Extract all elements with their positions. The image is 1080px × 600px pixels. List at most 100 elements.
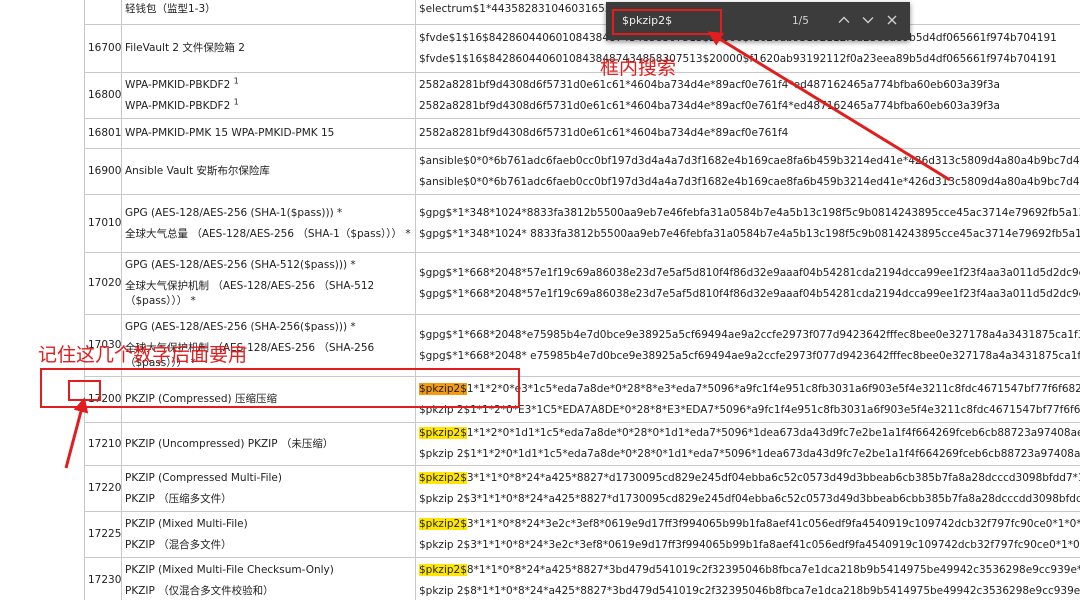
table-row: 17225 PKZIP (Mixed Multi-File) PKZIP （混合多文… [84,511,1080,558]
hash-name-line: PKZIP (Uncompressed) PKZIP （未压缩） [125,434,412,455]
hash-example-line: $ansible$0*0*6b761adc6faeb0cc0bf197d3d4a… [419,154,1080,167]
hash-example-line: $pkzip 2$1*1*2*0*1d1*1c5*eda7a8de*0*28*0… [419,444,1080,465]
hash-name-text: PKZIP （混合多文件） [125,538,232,551]
hash-name-cell: PKZIP (Mixed Multi-File) PKZIP （混合多文件） [121,511,416,558]
hash-example-line: $pkzip2$1*1*2*0*1d1*1c5*eda7a8de*0*28*0*… [419,424,1080,445]
search-match-highlight: $pkzip2$ [419,471,467,484]
hash-mode-number: 16800 [84,72,122,119]
mode-number-highlight-box [68,380,101,401]
hash-name-line: GPG (AES-128/AES-256 (SHA-1($pass))) * [125,203,412,224]
hash-name-text: PKZIP (Mixed Multi-File Checksum-Only) [125,563,334,576]
hash-mode-number [84,0,122,25]
page: 轻钱包（监型1-3） $electrum$1*443582831046031653… [0,0,1080,600]
hash-example-line: $gpg$*1*348*1024*8833fa3812b5500aa9eb7e4… [419,206,1080,219]
hash-name-line: PKZIP （混合多文件） [125,535,412,556]
find-previous-button[interactable] [834,10,854,30]
hash-name-line: PKZIP (Mixed Multi-File Checksum-Only) [125,560,412,581]
hash-example-cell: $pkzip2$3*1*1*0*8*24*3e2c*3ef8*0619e9d17… [415,511,1080,558]
hash-example-line: 2582a8281bf9d4308d6f5731d0e61c61*4604ba7… [419,127,789,139]
hash-example-line: $gpg$*1*668*2048*57e1f19c69a86038e23d7e5… [419,287,1080,300]
hash-name-line: Ansible Vault 安斯布尔保险库 [125,161,412,182]
hash-name-cell: PKZIP (Compressed Multi-File) PKZIP （压缩多文… [121,465,416,512]
hash-example-cell: 2582a8281bf9d4308d6f5731d0e61c61*4604ba7… [415,72,1080,119]
search-match-highlight: $pkzip2$ [419,563,467,576]
hash-name-text: PKZIP (Compressed Multi-File) [125,471,282,484]
hash-mode-number: 17230 [84,557,122,600]
hash-example-line: 2582a8281bf9d4308d6f5731d0e61c61*4604ba7… [419,78,1000,91]
hash-name-line: WPA-PMKID-PBKDF2 1 [125,75,412,96]
hash-example-cell: $ansible$0*0*6b761adc6faeb0cc0bf197d3d4a… [415,148,1080,195]
close-icon [887,15,897,25]
hash-example-cell: $pkzip2$3*1*1*0*8*24*a425*8827*d1730095c… [415,465,1080,512]
hash-mode-table: 轻钱包（监型1-3） $electrum$1*443582831046031653… [84,0,1080,600]
hash-example-text: $pkzip 2$3*1*1*0*8*24*3e2c*3ef8*0619e9d1… [419,538,1080,551]
hash-name-line: 全球大气保护机制 （AES-128/AES-256 （SHA-512（$pass… [125,276,412,312]
hash-name-text: 全球大气总量 （AES-128/AES-256 （SHA-1（$pass））） … [125,227,411,240]
hash-mode-number: 16900 [84,148,122,195]
footnote-marker: 1 [233,97,239,106]
search-annotation-label: 框内搜索 [600,57,677,79]
hash-example-text: 1*1*2*0*1d1*1c5*eda7a8de*0*28*0*1d1*eda7… [466,427,1080,439]
hash-example-text: $pkzip 2$8*1*1*0*8*24*a425*8827*3bd479d5… [419,584,1080,597]
hash-name-cell: 轻钱包（监型1-3） [121,0,416,25]
hash-example-text: $pkzip 2$3*1*1*0*8*24*a425*8827*d1730095… [419,492,1080,505]
mode-row-highlight-box [40,368,520,408]
search-match-highlight: $pkzip2$ [419,427,467,439]
hash-example-line: $gpg$*1*668*2048*e75985b4e7d0bce9e38925a… [419,328,1080,341]
hash-name-text: GPG (AES-128/AES-256 (SHA-512($pass))) * [125,259,356,271]
find-next-button[interactable] [858,10,878,30]
table-row: 17020 GPG (AES-128/AES-256 (SHA-512($pass… [84,252,1080,315]
hash-mode-number: 16700 [84,24,122,73]
hash-name-text: PKZIP (Mixed Multi-File) [125,517,248,530]
hash-example-line: $fvde$1$16$84286044060108438487434858307… [419,52,1057,65]
hash-example-text: 3*1*1*0*8*24*a425*8827*d1730095cd829e245… [466,471,1080,484]
table-row: 17220 PKZIP (Compressed Multi-File) PKZIP … [84,465,1080,512]
hash-example-text: $pkzip 2$1*1*2*0*1d1*1c5*eda7a8de*0*28*0… [419,448,1080,460]
hash-name-line: PKZIP （仅混合多文件校验和） [125,581,412,600]
table-row: 17210 PKZIP (Uncompressed) PKZIP （未压缩） $pk… [84,422,1080,466]
hash-name-text: GPG (AES-128/AES-256 (SHA-256($pass))) * [125,321,356,333]
hash-example-cell: $pkzip2$1*1*2*0*1d1*1c5*eda7a8de*0*28*0*… [415,422,1080,466]
hash-name-text: Ansible Vault 安斯布尔保险库 [125,165,270,177]
hash-mode-number: 17225 [84,511,122,558]
hash-name-cell: PKZIP (Mixed Multi-File Checksum-Only) PK… [121,557,416,600]
hash-example-cell: 2582a8281bf9d4308d6f5731d0e61c61*4604ba7… [415,118,1080,149]
table-row: 16800 WPA-PMKID-PBKDF2 1 WPA-PMKID-PBKDF2 … [84,72,1080,119]
hash-name-line: WPA-PMKID-PMK 15 WPA-PMKID-PMK 15 [125,123,412,144]
table-row: 17230 PKZIP (Mixed Multi-File Checksum-On… [84,557,1080,600]
hash-example-text: 8*1*1*0*8*24*a425*8827*3bd479d541019c2f3… [466,563,1080,576]
hash-example-line: $pkzip2$3*1*1*0*8*24*3e2c*3ef8*0619e9d17… [419,514,1080,535]
hash-example-line: $gpg$*1*668*2048*57e1f19c69a86038e23d7e5… [419,266,1080,279]
arrow-to-mode-number [64,397,89,469]
find-close-button[interactable] [882,10,902,30]
chevron-down-icon [862,17,874,24]
hash-mode-number: 17010 [84,194,122,253]
hash-name-line: FileVault 2 文件保险箱 2 [125,38,412,59]
hash-name-line: GPG (AES-128/AES-256 (SHA-512($pass))) * [125,255,412,276]
hash-example-line: $pkzip2$8*1*1*0*8*24*a425*8827*3bd479d54… [419,560,1080,581]
hash-name-line: PKZIP （压缩多文件） [125,489,412,510]
hash-name-text: 全球大气保护机制 （AES-128/AES-256 （SHA-512（$pass… [125,280,375,307]
hash-name-line: 轻钱包（监型1-3） [125,0,412,20]
hash-name-text: PKZIP (Uncompressed) PKZIP （未压缩） [125,437,334,450]
hash-example-line: $ansible$0*0*6b761adc6faeb0cc0bf197d3d4a… [419,175,1080,188]
hash-name-text: WPA-PMKID-PBKDF2 [125,99,231,112]
hash-example-line: $pkzip2$3*1*1*0*8*24*a425*8827*d1730095c… [419,468,1080,489]
hash-name-text: PKZIP （仅混合多文件校验和） [125,584,274,597]
table-row: 轻钱包（监型1-3） $electrum$1*443582831046031653… [84,0,1080,25]
hash-example-text: 1*1*2*0*e3*1c5*eda7a8de*0*28*8*e3*eda7*5… [466,382,1080,395]
hash-example-line: $gpg$*1*348*1024* 8833fa3812b5500aa9eb7e… [419,227,1080,240]
hash-name-line: GPG (AES-128/AES-256 (SHA-256($pass))) * [125,317,412,338]
hash-name-cell: GPG (AES-128/AES-256 (SHA-1($pass))) * 全球… [121,194,416,253]
find-match-count: 1/5 [792,15,809,27]
hash-example-line: $pkzip 2$8*1*1*0*8*24*a425*8827*3bd479d5… [419,581,1080,600]
hash-name-line: PKZIP (Mixed Multi-File) [125,514,412,535]
hash-example-line: $gpg$*1*668*2048* e75985b4e7d0bce9e38925… [419,349,1080,362]
table-row: 17010 GPG (AES-128/AES-256 (SHA-1($pass))… [84,194,1080,253]
hash-example-cell: $pkzip2$8*1*1*0*8*24*a425*8827*3bd479d54… [415,557,1080,600]
hash-name-text: GPG (AES-128/AES-256 (SHA-1($pass))) * [125,206,343,219]
hash-example-cell: $gpg$*1*668*2048*57e1f19c69a86038e23d7e5… [415,252,1080,315]
hash-example-line: 2582a8281bf9d4308d6f5731d0e61c61*4604ba7… [419,99,1000,112]
hash-name-cell: WPA-PMKID-PMK 15 WPA-PMKID-PMK 15 [121,118,416,149]
hash-mode-number: 17210 [84,422,122,466]
